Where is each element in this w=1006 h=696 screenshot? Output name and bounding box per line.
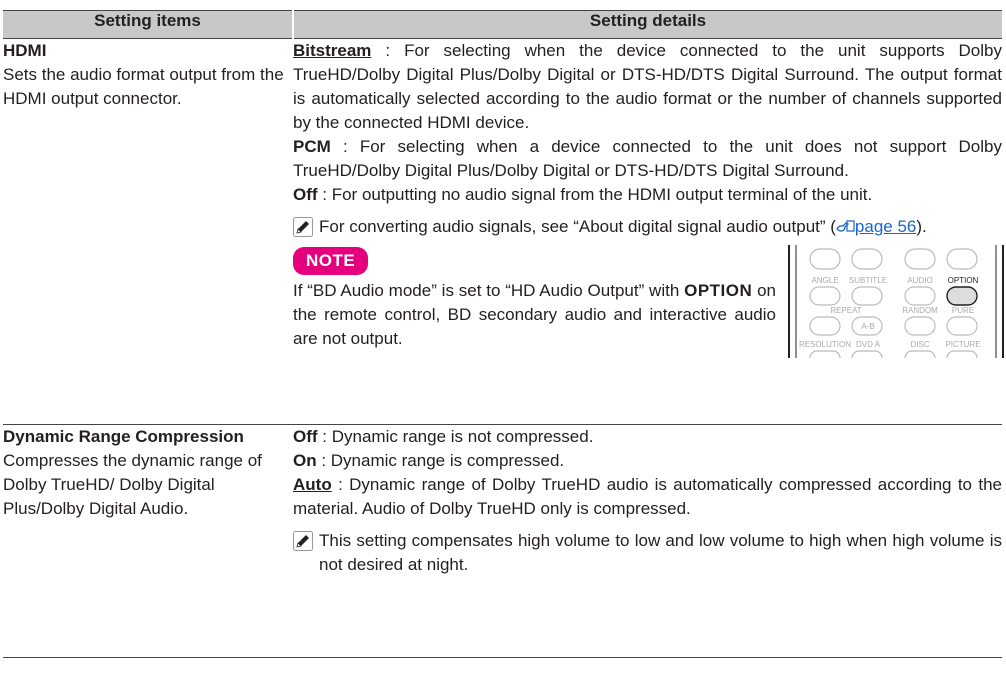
option-label: Auto: [293, 475, 332, 494]
setting-name: Dynamic Range Compression: [3, 427, 244, 446]
settings-table: Setting items Setting details HDMI Sets …: [3, 10, 1006, 658]
setting-details-hdmi: Bitstream : For selecting when the devic…: [293, 38, 1006, 425]
hint-end: ).: [916, 217, 927, 236]
option-label: PCM: [293, 137, 331, 156]
remote-label-disc: DISC: [910, 340, 929, 349]
page: { "header": { "col1": "Setting items", "…: [0, 0, 1006, 696]
option-bitstream: Bitstream : For selecting when the devic…: [293, 39, 1002, 135]
setting-details-drc: Off : Dynamic range is not compressed. O…: [293, 424, 1002, 658]
pencil-icon: [293, 531, 313, 551]
hint-text: This setting compensates high volume to …: [319, 531, 1002, 574]
pencil-icon: [293, 217, 313, 237]
remote-label-ab: A-B: [861, 322, 874, 331]
remote-control-illustration: ANGLE SUBTITLE AUDIO OPTION REPEAT RANDO…: [786, 245, 1006, 358]
setting-item-hdmi: HDMI Sets the audio format output from t…: [3, 38, 293, 425]
note-body: If “BD Audio mode” is set to “HD Audio O…: [293, 279, 786, 351]
option-on: On : Dynamic range is compressed.: [293, 449, 1002, 473]
hint-note: This setting compensates high volume to …: [293, 529, 1002, 577]
page-link[interactable]: page 56: [855, 217, 916, 236]
remote-label-dvda: DVD A: [856, 340, 881, 349]
hint-text-block: For converting audio signals, see “About…: [319, 215, 1002, 239]
option-label: Bitstream: [293, 41, 372, 60]
remote-label-audio: AUDIO: [907, 276, 932, 285]
option-label: Off: [293, 427, 318, 446]
remote-label-pure: PURE: [952, 306, 974, 315]
option-label: Off: [293, 185, 318, 204]
remote-option-button: [946, 286, 978, 306]
setting-description: Compresses the dynamic range of Dolby Tr…: [3, 451, 262, 518]
remote-label-option: OPTION: [948, 276, 979, 285]
header-row: Setting items Setting details: [3, 10, 1002, 39]
option-text: : Dynamic range of Dolby TrueHD audio is…: [293, 475, 1002, 518]
table-row-drc: Dynamic Range Compression Compresses the…: [3, 424, 1002, 658]
option-text: : For outputting no audio signal from th…: [317, 185, 873, 204]
option-off: Off : Dynamic range is not compressed.: [293, 425, 1002, 449]
header-setting-items: Setting items: [3, 10, 294, 39]
remote-label-angle: ANGLE: [811, 276, 838, 285]
remote-label-repeat: REPEAT: [830, 306, 862, 315]
note-option-button: OPTION: [684, 281, 753, 300]
note-text-1: If “BD Audio mode” is set to “HD Audio O…: [293, 281, 685, 300]
option-text: : For selecting when a device connected …: [293, 137, 1002, 180]
note-badge: NOTE: [293, 247, 369, 275]
option-text: : Dynamic range is not compressed.: [317, 427, 594, 446]
page-reference-icon: [836, 220, 855, 232]
hint-text: For converting audio signals, see “About…: [319, 217, 836, 236]
option-off: Off : For outputting no audio signal fro…: [293, 183, 1002, 207]
hint-note: For converting audio signals, see “About…: [293, 215, 1002, 239]
header-setting-details: Setting details: [293, 10, 1002, 39]
note-box: NOTE If “BD Audio mode” is set to “HD Au…: [293, 245, 1006, 358]
setting-name: HDMI: [3, 41, 47, 60]
remote-label-random: RANDOM: [902, 306, 938, 315]
option-label: On: [293, 451, 317, 470]
option-text: : Dynamic range is compressed.: [316, 451, 565, 470]
option-text: : For selecting when the device connecte…: [293, 41, 1002, 132]
remote-label-subtitle: SUBTITLE: [849, 276, 887, 285]
setting-description: Sets the audio format output from the HD…: [3, 65, 284, 108]
note-content: NOTE If “BD Audio mode” is set to “HD Au…: [293, 247, 786, 358]
setting-item-drc: Dynamic Range Compression Compresses the…: [3, 424, 293, 658]
remote-label-picture: PICTURE: [945, 340, 980, 349]
remote-label-resolution: RESOLUTION: [799, 340, 851, 349]
option-auto: Auto : Dynamic range of Dolby TrueHD aud…: [293, 473, 1002, 521]
table-row-hdmi: HDMI Sets the audio format output from t…: [3, 38, 1006, 425]
option-pcm: PCM : For selecting when a device connec…: [293, 135, 1002, 183]
